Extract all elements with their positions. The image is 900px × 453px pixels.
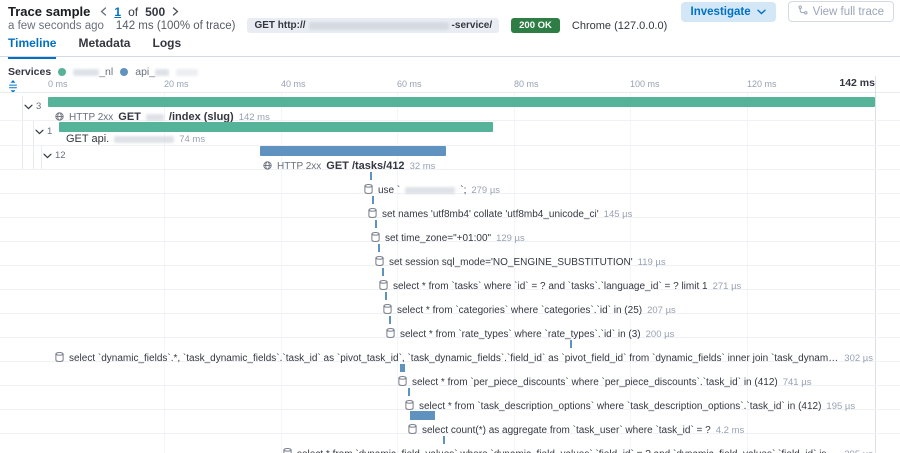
span-bar[interactable] (408, 388, 410, 396)
db-span-row[interactable]: select * from `per_piece_discounts` wher… (0, 362, 900, 386)
axis-tick: 40 ms (281, 79, 306, 89)
span-row-get-api[interactable]: 1 GET api. 74 ms (0, 121, 900, 146)
child-count: 3 (36, 101, 41, 112)
url-prefix: GET http:// (254, 20, 305, 31)
next-trace-icon[interactable] (172, 7, 179, 16)
database-icon (283, 445, 292, 453)
db-span-row[interactable]: select count(*) as aggregate from `task_… (0, 410, 900, 434)
span-bar[interactable] (260, 146, 446, 156)
span-bar[interactable] (443, 436, 445, 444)
child-count: 1 (47, 126, 52, 137)
span-bar[interactable] (382, 268, 384, 276)
services-legend: Services _nl api_ (8, 66, 198, 78)
span-bar[interactable] (378, 244, 380, 252)
redacted-url (309, 22, 449, 30)
investigate-button[interactable]: Investigate (681, 2, 776, 22)
page-title: Trace sample (8, 4, 90, 19)
span-duration: 295 µs (844, 449, 873, 453)
service-dot-green (58, 68, 66, 76)
db-span-row[interactable]: use ` `; 279 µs (0, 170, 900, 194)
span-bar[interactable] (370, 172, 372, 180)
trace-sample-view: Trace sample 1 of 500 Investigate View f… (0, 0, 900, 453)
axis-tick: 60 ms (397, 79, 422, 89)
span-bar[interactable] (389, 316, 391, 324)
sql-statement: select * from `dynamic_field_values` whe… (297, 449, 839, 453)
db-span-row[interactable]: set time_zone="+01:00" 129 µs (0, 218, 900, 242)
service-dot-blue (120, 68, 128, 76)
transaction-row-tasks[interactable]: 12 HTTP 2xx GET /tasks/412 32 ms (0, 146, 900, 170)
axis-tick: 0 ms (48, 79, 68, 89)
trace-summary: a few seconds ago 142 ms (100% of trace)… (8, 18, 667, 33)
prev-trace-icon[interactable] (100, 7, 107, 16)
db-span-row[interactable]: select * from `rate_types` where `rate_t… (0, 314, 900, 338)
db-span-row[interactable]: select * from `dynamic_field_values` whe… (0, 434, 900, 453)
header-actions: Investigate View full trace (681, 1, 894, 22)
db-span-row[interactable]: select * from `task_description_options`… (0, 386, 900, 410)
span-bar[interactable] (372, 196, 374, 204)
collapse-toggle[interactable]: 1 (35, 126, 52, 137)
db-span-row[interactable]: set names 'utf8mb4' collate 'utf8mb4_uni… (0, 194, 900, 218)
db-span-row[interactable]: select * from `tasks` where `id` = ? and… (0, 266, 900, 290)
span-bar[interactable] (375, 220, 377, 228)
service-name-1: _nl (73, 66, 113, 78)
child-count: 12 (55, 150, 66, 161)
span-bar[interactable] (59, 122, 493, 132)
trace-timestamp: a few seconds ago (8, 20, 104, 32)
trace-duration: 142 ms (100% of trace) (116, 20, 236, 32)
view-full-trace-button[interactable]: View full trace (788, 1, 894, 22)
redacted-url (114, 136, 174, 143)
collapse-toggle[interactable]: 12 (43, 150, 66, 161)
axis-divider (0, 92, 900, 93)
span-bar[interactable] (410, 411, 435, 420)
redacted-host (146, 114, 164, 121)
span-bar[interactable] (400, 364, 405, 372)
span-name: GET api. (66, 133, 109, 145)
tabs-divider (0, 56, 900, 57)
investigate-label: Investigate (691, 6, 751, 18)
current-trace-number[interactable]: 1 (114, 5, 121, 19)
header: Trace sample 1 of 500 (8, 4, 179, 19)
span-bar[interactable] (570, 340, 572, 348)
service-name-3-redacted (176, 69, 198, 76)
axis-tick: 80 ms (514, 79, 539, 89)
url-suffix: -service/ (452, 20, 493, 31)
trace-icon (798, 5, 808, 18)
axis-tick: 20 ms (164, 79, 189, 89)
axis-tick: 100 ms (630, 79, 660, 89)
span-bar[interactable] (48, 97, 875, 107)
user-agent: Chrome (127.0.0.0) (572, 20, 667, 32)
axis-tick: 120 ms (747, 79, 777, 89)
services-label: Services (8, 66, 51, 78)
redacted-db-name (405, 187, 455, 194)
service-name-2: api_ (135, 66, 169, 78)
db-span-row[interactable]: select `dynamic_fields`.*, `task_dynamic… (0, 338, 900, 362)
db-span-row[interactable]: set session sql_mode='NO_ENGINE_SUBSTITU… (0, 242, 900, 266)
span-bar[interactable] (385, 292, 387, 300)
request-url-badge[interactable]: GET http:// -service/ (247, 18, 499, 33)
axis-end-label: 142 ms (838, 77, 875, 89)
trace-pagination: 1 of 500 (100, 5, 179, 19)
pagination-of-label: of (128, 5, 138, 19)
status-badge: 200 OK (511, 18, 560, 33)
chevron-down-icon (757, 6, 766, 18)
transaction-row-index[interactable]: 3 HTTP 2xx GET /index (slug) 142 ms (0, 96, 900, 121)
total-traces: 500 (145, 5, 165, 19)
span-duration: 74 ms (179, 134, 205, 145)
db-span-row[interactable]: select * from `categories` where `catego… (0, 290, 900, 314)
view-full-trace-label: View full trace (813, 6, 884, 18)
collapse-toggle[interactable]: 3 (24, 101, 41, 112)
